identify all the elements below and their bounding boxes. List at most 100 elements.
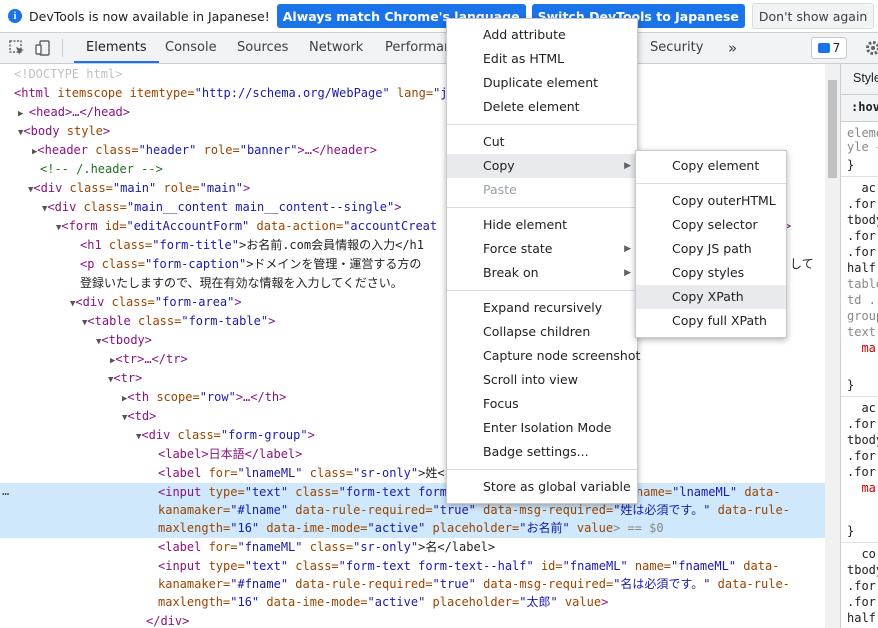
- menu-item-store-as-global-variable[interactable]: Store as global variable: [447, 475, 637, 499]
- menu-item-edit-as-html[interactable]: Edit as HTML: [447, 47, 637, 71]
- dom-line[interactable]: kanamaker="#fname" data-rule-required="t…: [0, 575, 825, 594]
- attr-text: data-: [736, 559, 780, 573]
- dom-line[interactable]: </div>: [0, 612, 825, 628]
- attr-text: name=: [627, 559, 672, 573]
- value-text: "fnameML": [671, 559, 737, 573]
- menu-item-copy-full-xpath[interactable]: Copy full XPath: [636, 309, 786, 333]
- menu-item-force-state[interactable]: Force state ▶: [447, 237, 637, 261]
- menu-item-duplicate-element[interactable]: Duplicate element: [447, 71, 637, 95]
- menu-item-delete-element[interactable]: Delete element: [447, 95, 637, 119]
- menu-item-hide-element[interactable]: Hide element: [447, 213, 637, 237]
- attr-text: role=: [156, 181, 200, 195]
- attr-text: placeholder=: [425, 595, 520, 609]
- dom-line[interactable]: <input type="text" class="form-text form…: [0, 557, 825, 576]
- tab-elements[interactable]: Elements: [74, 33, 159, 63]
- menu-item-capture-node-screenshot[interactable]: Capture node screenshot: [447, 344, 640, 368]
- dom-line[interactable]: ▶ <head>…</head>: [0, 103, 825, 122]
- attr-text: data-rule-required=: [288, 503, 433, 517]
- dom-line[interactable]: <label for="lnameML" class="sr-only">姓<: [0, 464, 825, 483]
- menu-separator: [447, 124, 637, 125]
- menu-item-collapse-children[interactable]: Collapse children: [447, 320, 637, 344]
- copy-submenu: Copy element Copy outerHTML Copy selecto…: [635, 150, 787, 338]
- attr-text: value: [569, 521, 614, 535]
- tab-security[interactable]: Security: [650, 33, 703, 63]
- value-text: "form-table": [181, 314, 269, 328]
- dom-line[interactable]: <html itemscope itemtype="http://schema.…: [0, 84, 825, 103]
- text-content: >お名前.com会員情報の入力</h1: [238, 238, 424, 252]
- menu-item-cut[interactable]: Cut: [447, 130, 637, 154]
- dom-line[interactable]: ▼<div class="form-group">: [0, 426, 825, 445]
- dom-line-selected[interactable]: maxlength="16" data-ime-mode="active" pl…: [0, 519, 825, 538]
- dont-show-again-button[interactable]: Don't show again: [751, 3, 875, 29]
- dom-line[interactable]: ▶<tr>…</tr>: [0, 350, 825, 369]
- tag-text: <input: [158, 485, 202, 499]
- menu-item-copy[interactable]: Copy ▶: [447, 154, 637, 178]
- value-text: "header": [138, 143, 197, 157]
- tag-text: <input: [158, 559, 202, 573]
- elements-scrollbar-thumb[interactable]: [828, 80, 837, 178]
- dom-line[interactable]: ▼<td>: [0, 407, 825, 426]
- tab-performance[interactable]: Performan: [385, 33, 452, 63]
- menu-item-copy-element[interactable]: Copy element: [636, 154, 786, 178]
- attr-text: maxlength=: [158, 521, 231, 535]
- settings-gear-icon[interactable]: [863, 38, 878, 58]
- attr-text: class=: [288, 559, 339, 573]
- menu-item-break-on-label: Break on: [483, 265, 539, 280]
- menu-item-add-attribute[interactable]: Add attribute: [447, 23, 637, 47]
- tag-text: >: [102, 124, 111, 138]
- attr-text: data-rule-: [710, 503, 790, 517]
- issues-counter-button[interactable]: 7: [811, 37, 847, 59]
- dom-line[interactable]: ▶<th scope="row">…</th>: [0, 388, 825, 407]
- inspect-element-icon[interactable]: [7, 38, 27, 58]
- submenu-arrow-icon: ▶: [624, 268, 631, 278]
- tab-sources[interactable]: Sources: [237, 33, 288, 63]
- menu-item-expand-recursively[interactable]: Expand recursively: [447, 296, 637, 320]
- style-line: ma: [847, 481, 876, 495]
- more-tabs-button[interactable]: »: [728, 33, 737, 63]
- attr-text: value: [557, 595, 602, 609]
- dom-line-selected[interactable]: kanamaker="#lname" data-rule-required="t…: [0, 501, 825, 520]
- attr-text: maxlength=: [158, 595, 231, 609]
- console-ref-text: > == $0: [613, 521, 664, 535]
- value-text: "太郎": [519, 595, 558, 609]
- dom-line[interactable]: <!DOCTYPE html>: [0, 65, 825, 84]
- styles-pane[interactable]: Style :hov eleme yle { } ac .for tbody .…: [840, 64, 878, 628]
- menu-item-copy-js-path[interactable]: Copy JS path: [636, 237, 786, 261]
- elements-dom-tree[interactable]: … <!DOCTYPE html> <html itemscope itemty…: [0, 64, 825, 628]
- value-text: "form-area": [154, 295, 235, 309]
- value-text: "true": [432, 577, 476, 591]
- menu-item-copy-outerhtml[interactable]: Copy outerHTML: [636, 189, 786, 213]
- tag-text: </div>: [146, 614, 190, 628]
- menu-item-break-on[interactable]: Break on ▶: [447, 261, 637, 285]
- dom-line[interactable]: ▼<body style>: [0, 122, 825, 141]
- tag-text: <div: [75, 295, 105, 309]
- value-text: "姓は必須です。": [613, 503, 711, 517]
- tab-console[interactable]: Console: [165, 33, 217, 63]
- menu-item-copy-xpath[interactable]: Copy XPath: [636, 285, 786, 309]
- hover-state-toggle[interactable]: :hov: [851, 100, 878, 114]
- value-text: "#lname": [230, 503, 289, 517]
- attr-text: itemscope itemtype=: [50, 86, 195, 100]
- attr-text: for=: [201, 540, 238, 554]
- dom-line[interactable]: <label for="fnameML" class="sr-only">名</…: [0, 538, 825, 557]
- menu-item-copy-selector[interactable]: Copy selector: [636, 213, 786, 237]
- dom-line[interactable]: maxlength="16" data-ime-mode="active" pl…: [0, 593, 825, 612]
- dom-line[interactable]: <label>日本語</label>: [0, 445, 825, 464]
- attr-text: id=: [533, 559, 563, 573]
- value-text: "editAccountForm": [126, 219, 250, 233]
- menu-item-focus[interactable]: Focus: [447, 392, 637, 416]
- tab-styles[interactable]: Style: [853, 71, 878, 85]
- value-text: "active": [367, 595, 426, 609]
- expand-triangle-icon[interactable]: ▶: [18, 109, 29, 119]
- value-text: "sr-only": [353, 466, 419, 480]
- menu-item-copy-styles[interactable]: Copy styles: [636, 261, 786, 285]
- menu-item-enter-isolation-mode[interactable]: Enter Isolation Mode: [447, 416, 637, 440]
- info-icon: i: [8, 9, 22, 23]
- device-toolbar-icon[interactable]: [33, 38, 53, 58]
- tag-text: <head>…</head>: [28, 105, 130, 119]
- menu-item-scroll-into-view[interactable]: Scroll into view: [447, 368, 637, 392]
- menu-item-badge-settings[interactable]: Badge settings...: [447, 440, 637, 464]
- dom-line[interactable]: ▼<tr>: [0, 369, 825, 388]
- tab-network[interactable]: Network: [309, 33, 363, 63]
- attr-text: kanamaker=: [158, 503, 231, 517]
